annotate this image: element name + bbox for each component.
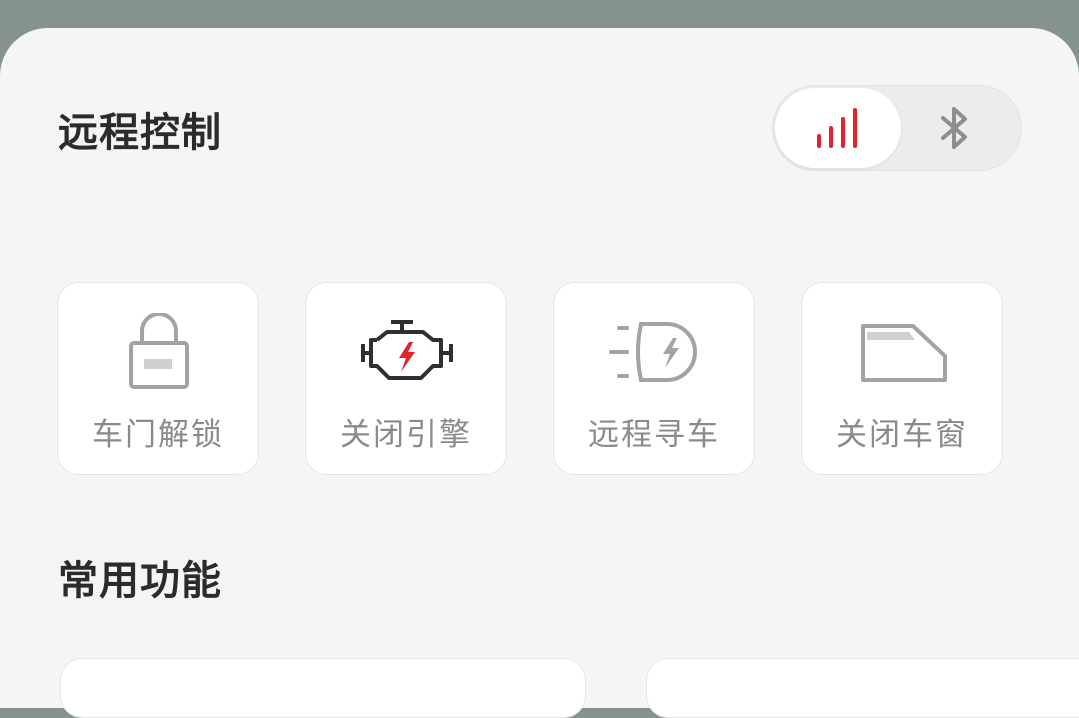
button-label: 车门解锁: [92, 417, 224, 453]
button-label: 关闭引擎: [340, 417, 472, 453]
close-window-button[interactable]: 关闭车窗: [801, 282, 1003, 475]
bluetooth-icon: [941, 107, 967, 149]
padlock-icon: [129, 313, 189, 389]
common-functions-title: 常用功能: [58, 558, 222, 604]
mode-bluetooth-option[interactable]: [892, 88, 1018, 168]
signal-icon: [817, 108, 857, 148]
connection-mode-toggle[interactable]: [772, 85, 1022, 171]
function-card-left[interactable]: [60, 658, 586, 718]
find-car-button[interactable]: 远程寻车: [553, 282, 755, 475]
bottom-sheet: 远程控制 车门解锁 关闭引擎 远程寻车 关闭车窗 常用功能: [0, 28, 1079, 718]
remote-control-title: 远程控制: [58, 110, 222, 156]
car-window-icon: [861, 324, 947, 382]
stop-engine-button[interactable]: 关闭引擎: [305, 282, 507, 475]
function-card-right[interactable]: [646, 658, 1079, 718]
button-label: 远程寻车: [588, 417, 720, 453]
button-label: 关闭车窗: [836, 417, 968, 453]
engine-icon: [361, 320, 453, 380]
mode-network-option[interactable]: [775, 88, 901, 168]
headlight-icon: [609, 322, 697, 382]
unlock-door-button[interactable]: 车门解锁: [57, 282, 259, 475]
